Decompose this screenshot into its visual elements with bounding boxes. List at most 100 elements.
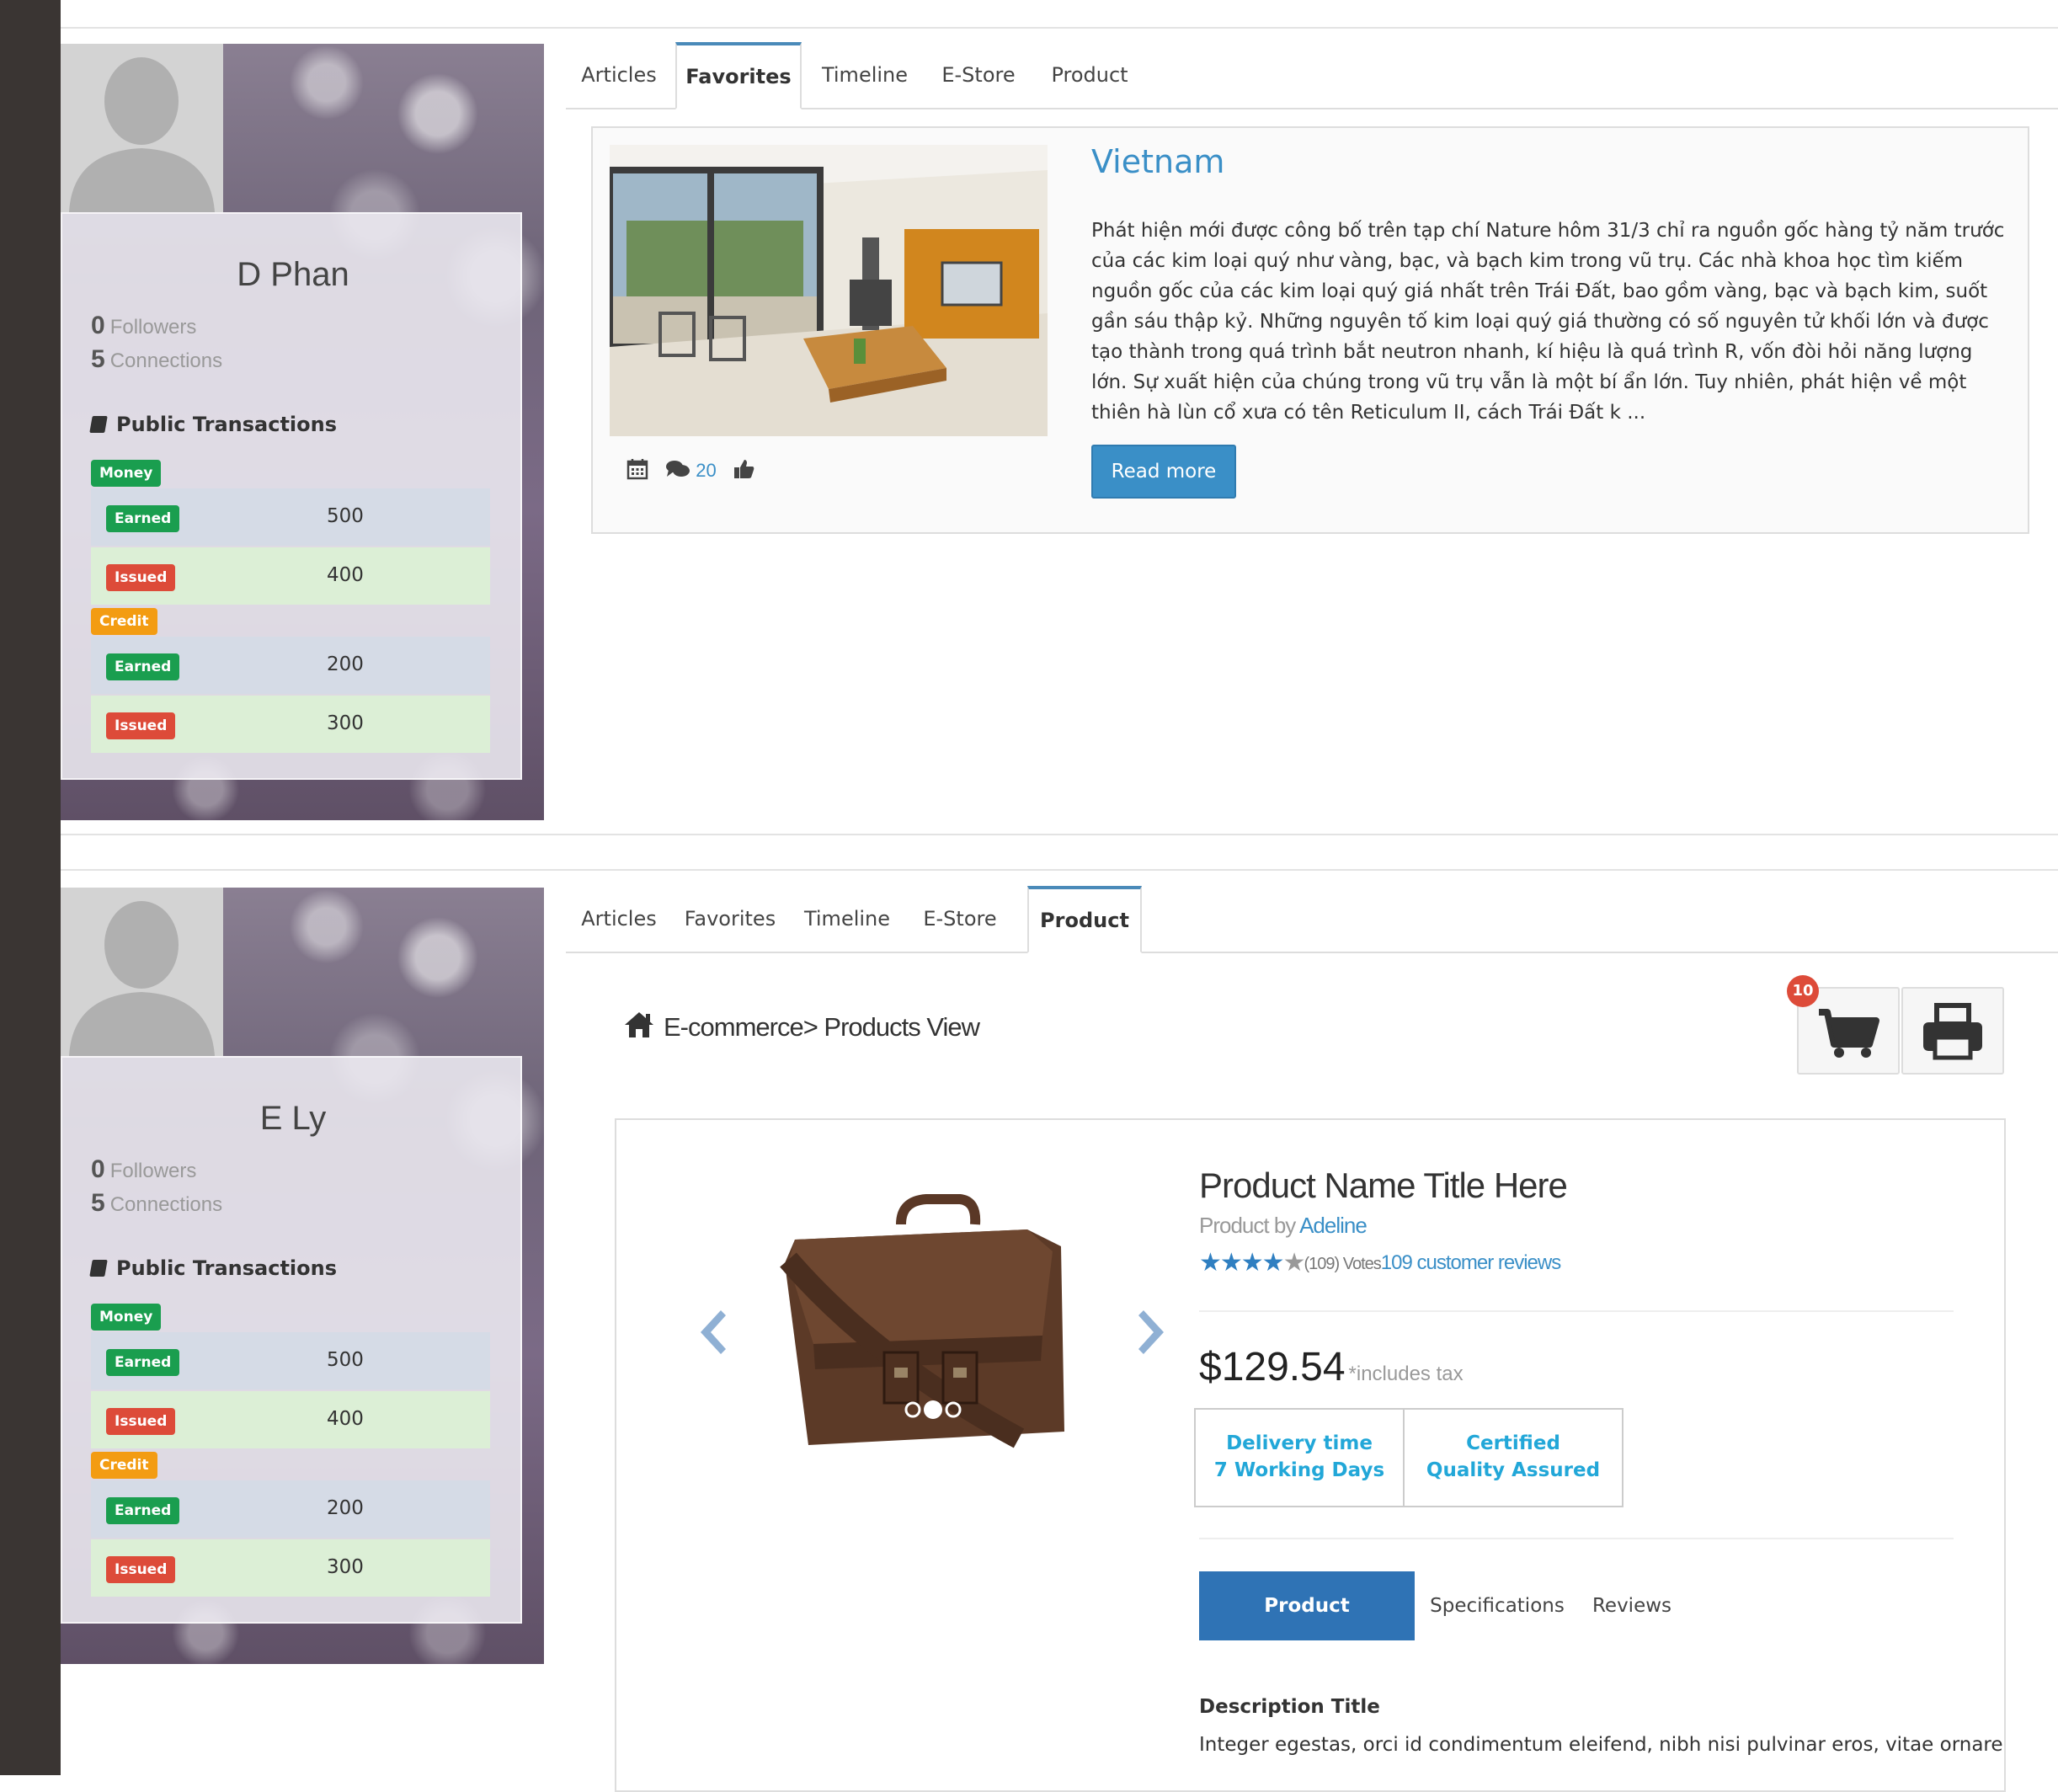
rating-stars-icon[interactable]: ★★★★★ (1199, 1248, 1305, 1277)
profile-card: D Phan 0 Followers 5 Connections Public Tr… (61, 44, 544, 820)
article-title[interactable]: Vietnam (1091, 143, 1224, 180)
user-silhouette-icon (69, 901, 215, 1056)
divider (1199, 1310, 1954, 1312)
profile-tabs: Articles Favorites Timeline E-Store Prod… (566, 886, 2058, 953)
tab-e-store[interactable]: E-Store (928, 42, 1029, 108)
public-transactions-label: Public Transactions (116, 413, 338, 436)
product-author-link[interactable]: Adeline (1299, 1213, 1368, 1238)
home-icon[interactable] (623, 1011, 655, 1039)
book-icon (89, 416, 108, 433)
connections-count: 5 (91, 1189, 105, 1217)
transaction-row: Earned 500 (91, 1332, 490, 1389)
carousel-dot[interactable] (945, 1401, 962, 1418)
followers-count: 0 (91, 1155, 105, 1183)
transaction-row: Issued 400 (91, 1391, 490, 1448)
tab-product-description[interactable]: Product Description (1199, 1571, 1415, 1686)
carousel-dot[interactable] (904, 1401, 921, 1418)
credit-badge: Credit (91, 1452, 157, 1479)
carousel-dot[interactable] (924, 1400, 942, 1419)
tab-reviews[interactable]: Reviews (1580, 1571, 1684, 1640)
transaction-value: 200 (327, 1497, 364, 1519)
article-image[interactable] (610, 145, 1048, 436)
article-card: Vietnam Phát hiện mới được công bố trên … (591, 126, 2029, 534)
money-badge: Money (91, 460, 162, 487)
profile-card: E Ly 0 Followers 5 Connections Public Tran… (61, 888, 544, 1664)
transaction-value: 400 (327, 1408, 364, 1430)
avatar[interactable] (61, 888, 223, 1056)
read-more-button[interactable]: Read more (1091, 445, 1236, 499)
description-title: Description Title (1199, 1696, 1380, 1718)
earned-badge: Earned (106, 505, 180, 532)
comments-count[interactable]: 20 (696, 460, 716, 481)
product-by-label: Product by (1199, 1213, 1296, 1238)
carousel-next-icon[interactable] (1137, 1307, 1170, 1357)
section-divider-2 (61, 869, 2058, 871)
tab-timeline[interactable]: Timeline (805, 42, 925, 108)
tab-specifications[interactable]: Specifications (1423, 1571, 1571, 1640)
delivery-time-box: Delivery time 7 Working Days (1194, 1408, 1405, 1507)
product-rating: ★★★★★(109) Votes109 customer reviews (1199, 1248, 1561, 1277)
votes-count: (109) Votes (1304, 1255, 1381, 1273)
profile-name: D Phan (237, 256, 349, 293)
print-button[interactable] (1901, 987, 2004, 1075)
comments-icon[interactable] (665, 458, 690, 480)
tab-articles[interactable]: Articles (566, 42, 672, 108)
transaction-value: 200 (327, 653, 364, 675)
followers-stat[interactable]: 0 Followers (91, 1155, 196, 1184)
tab-favorites[interactable]: Favorites (675, 42, 802, 109)
money-badge: Money (91, 1304, 162, 1331)
connections-stat[interactable]: 5 Connections (91, 345, 222, 374)
transaction-row: Earned 200 (91, 1480, 490, 1538)
earned-badge: Earned (106, 653, 180, 680)
connections-stat[interactable]: 5 Connections (91, 1189, 222, 1218)
tab-articles[interactable]: Articles (566, 886, 672, 952)
feature-title: Delivery time (1226, 1432, 1373, 1454)
connections-label: Connections (109, 1193, 223, 1216)
public-transactions-heading: Public Transactions (89, 413, 338, 436)
tab-e-store[interactable]: E-Store (909, 886, 1010, 952)
feature-value: 7 Working Days (1213, 1459, 1385, 1481)
avatar[interactable] (61, 44, 223, 212)
feature-title: Certified (1466, 1432, 1560, 1454)
credit-badge: Credit (91, 608, 157, 635)
breadcrumb-text: E-commerce> Products View (664, 1012, 980, 1042)
transaction-value: 300 (327, 1556, 364, 1578)
price-value: $129.54 (1199, 1345, 1346, 1389)
tab-product[interactable]: Product (1027, 886, 1142, 953)
connections-label: Connections (109, 349, 223, 372)
product-price: $129.54 *includes tax (1199, 1344, 1464, 1390)
product-by: Product by Adeline (1199, 1213, 1368, 1239)
article-meta: 20 (626, 458, 755, 483)
customer-reviews-link[interactable]: 109 customer reviews (1381, 1251, 1561, 1274)
tab-favorites[interactable]: Favorites (675, 886, 785, 952)
product-name: Product Name Title Here (1199, 1165, 1568, 1205)
transaction-value: 400 (327, 564, 364, 586)
issued-badge: Issued (106, 564, 176, 591)
transaction-row: Earned 200 (91, 637, 490, 694)
followers-count: 0 (91, 312, 105, 339)
tab-product[interactable]: Product (1034, 42, 1145, 108)
followers-stat[interactable]: 0 Followers (91, 312, 196, 340)
profile-tabs: Articles Favorites Timeline E-Store Prod… (566, 42, 2058, 109)
left-dark-strip (0, 0, 61, 1775)
top-divider (61, 27, 2058, 29)
profile-name: E Ly (259, 1100, 327, 1137)
description-body: Integer egestas, orci id condimentum ele… (1199, 1734, 2003, 1756)
profile-info-panel: E Ly 0 Followers 5 Connections Public Tran… (61, 1056, 522, 1624)
tax-note: *includes tax (1348, 1363, 1464, 1385)
earned-badge: Earned (106, 1497, 180, 1524)
tab-timeline[interactable]: Timeline (788, 886, 906, 952)
calendar-icon[interactable] (626, 458, 648, 480)
carousel-indicators (903, 1398, 965, 1426)
transaction-row: Issued 300 (91, 696, 490, 753)
carousel-prev-icon[interactable] (694, 1307, 728, 1357)
transaction-value: 500 (327, 1349, 364, 1371)
divider (1199, 1538, 1954, 1539)
followers-label: Followers (109, 1160, 197, 1182)
breadcrumb: E-commerce> Products View (623, 1011, 980, 1043)
carousel-dots (904, 1400, 962, 1419)
feature-value: Quality Assured (1426, 1459, 1601, 1481)
user-silhouette-icon (69, 57, 215, 212)
thumbs-up-icon[interactable] (733, 458, 755, 480)
transaction-row: Issued 300 (91, 1539, 490, 1597)
